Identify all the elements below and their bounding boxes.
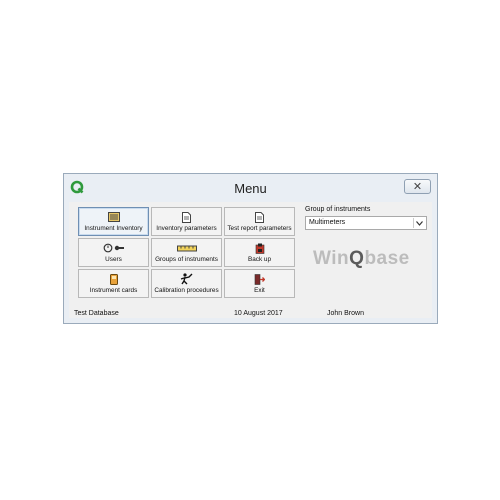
card-icon bbox=[109, 273, 118, 285]
calibration-procedures-label: Calibration procedures bbox=[154, 286, 219, 294]
inventory-parameters-button[interactable]: Inventory parameters bbox=[151, 207, 222, 236]
users-button[interactable]: Users bbox=[78, 238, 149, 267]
back-up-label: Back up bbox=[247, 255, 272, 263]
users-label: Users bbox=[105, 255, 122, 263]
inventory-parameters-label: Inventory parameters bbox=[156, 224, 217, 232]
menu-button-grid: Instrument Inventory Inventory parameter… bbox=[78, 207, 298, 299]
back-up-button[interactable]: Back up bbox=[224, 238, 295, 267]
instrument-inventory-label: Instrument Inventory bbox=[84, 224, 143, 232]
instrument-cards-label: Instrument cards bbox=[89, 286, 138, 294]
backup-icon bbox=[255, 243, 265, 254]
menu-window: Menu ✕ Instrument Inventory Inventory pa… bbox=[63, 173, 438, 324]
exit-label: Exit bbox=[254, 286, 265, 294]
close-button[interactable]: ✕ bbox=[404, 179, 431, 194]
inventory-icon bbox=[107, 212, 120, 223]
test-report-parameters-label: Test report parameters bbox=[227, 224, 292, 232]
group-of-instruments-select[interactable]: Multimeters bbox=[305, 216, 427, 230]
instrument-inventory-button[interactable]: Instrument Inventory bbox=[78, 207, 149, 236]
close-icon: ✕ bbox=[412, 181, 423, 193]
groups-of-instruments-label: Groups of instruments bbox=[155, 255, 218, 263]
test-report-parameters-button[interactable]: Test report parameters bbox=[224, 207, 295, 236]
instrument-cards-button[interactable]: Instrument cards bbox=[78, 269, 149, 298]
status-database: Test Database bbox=[74, 310, 119, 317]
exit-icon bbox=[254, 273, 265, 285]
window-title: Menu bbox=[234, 181, 267, 196]
groups-of-instruments-button[interactable]: Groups of instruments bbox=[151, 238, 222, 267]
status-date: 10 August 2017 bbox=[234, 310, 283, 317]
group-selected-value: Multimeters bbox=[309, 219, 346, 226]
users-key-icon bbox=[103, 243, 125, 254]
exit-button[interactable]: Exit bbox=[224, 269, 295, 298]
title-bar: Menu ✕ bbox=[64, 174, 437, 202]
procedure-icon bbox=[180, 273, 194, 285]
client-area: Instrument Inventory Inventory parameter… bbox=[69, 202, 432, 318]
group-of-instruments-label: Group of instruments bbox=[305, 206, 371, 213]
winqbase-logo: WinQbase bbox=[313, 248, 410, 269]
document-icon bbox=[255, 211, 264, 223]
ruler-icon bbox=[176, 243, 197, 254]
document-icon bbox=[182, 211, 191, 223]
chevron-down-icon[interactable] bbox=[413, 218, 425, 228]
status-user: John Brown bbox=[327, 310, 364, 317]
calibration-procedures-button[interactable]: Calibration procedures bbox=[151, 269, 222, 298]
